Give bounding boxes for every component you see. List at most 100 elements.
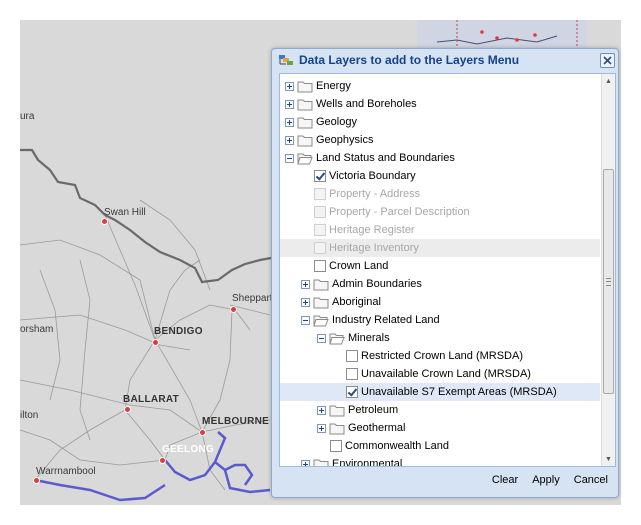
tree-folder-wells-and-boreholes[interactable]: Wells and Boreholes [280, 95, 600, 113]
tree-folder-geophysics[interactable]: Geophysics [280, 131, 600, 149]
tree-folder-minerals[interactable]: Minerals [280, 329, 600, 347]
road-network [20, 199, 271, 491]
tree-item-label: Aboriginal [332, 296, 381, 308]
layers-icon [279, 55, 293, 65]
close-icon [603, 56, 612, 65]
layer-checkbox[interactable] [346, 386, 358, 398]
scroll-thumb[interactable] [603, 169, 614, 394]
folder-closed-icon [297, 117, 313, 128]
tree-item-label: Geothermal [348, 422, 406, 434]
city-dot-ballarat [124, 406, 131, 413]
city-dot-warrnambool [33, 477, 40, 484]
tree-layer-heritage-inventory: Heritage Inventory [280, 239, 600, 257]
tree-layer-restricted-crown-land[interactable]: Restricted Crown Land (MRSDA) [280, 347, 600, 365]
city-dot-shepparton [230, 306, 237, 313]
tree-item-label: Property - Address [329, 188, 421, 200]
tree-item-label: Restricted Crown Land (MRSDA) [361, 350, 523, 362]
layer-tree-panel[interactable]: Energy Wells and Boreholes Geology Geoph… [279, 73, 616, 467]
expand-icon[interactable] [301, 297, 310, 307]
map-label-horsham: orsham [20, 324, 54, 335]
folder-open-icon [297, 153, 313, 164]
tree-folder-environmental[interactable]: Environmental [280, 455, 600, 467]
collapse-icon[interactable] [317, 333, 326, 343]
expand-icon[interactable] [301, 279, 310, 289]
tree-item-label: Commonwealth Land [345, 440, 449, 452]
layer-checkbox[interactable] [346, 368, 358, 380]
expand-icon[interactable] [285, 135, 294, 145]
map-label-ura: ura [20, 111, 35, 122]
map-label-geelong: GEELONG [162, 444, 215, 455]
folder-closed-icon [297, 99, 313, 110]
tree-item-label: Geophysics [316, 134, 374, 146]
expand-icon[interactable] [301, 459, 310, 466]
tree-layer-property-parcel-description: Property - Parcel Description [280, 203, 600, 221]
map-label-hamilton: ilton [20, 410, 39, 421]
tree-folder-petroleum[interactable]: Petroleum [280, 401, 600, 419]
folder-closed-icon [313, 459, 329, 466]
clear-button[interactable]: Clear [488, 474, 522, 486]
folder-closed-icon [297, 81, 313, 92]
tree-layer-unavailable-crown-land[interactable]: Unavailable Crown Land (MRSDA) [280, 365, 600, 383]
expand-icon[interactable] [285, 99, 294, 109]
tree-folder-energy[interactable]: Energy [280, 77, 600, 95]
tree-folder-admin-boundaries[interactable]: Admin Boundaries [280, 275, 600, 293]
grip-icon [606, 278, 611, 286]
tree-item-label: Unavailable S7 Exempt Areas (MRSDA) [361, 386, 557, 398]
city-dot-bendigo [152, 339, 159, 346]
tree-item-label: Minerals [348, 332, 390, 344]
expand-icon[interactable] [285, 117, 294, 127]
tree-item-label: Admin Boundaries [332, 278, 422, 290]
map-label-ballarat: BALLARAT [123, 394, 180, 405]
expand-icon[interactable] [317, 405, 326, 415]
tree-layer-crown-land[interactable]: Crown Land [280, 257, 600, 275]
tree-folder-land-status-and-boundaries[interactable]: Land Status and Boundaries [280, 149, 600, 167]
tree-folder-geothermal[interactable]: Geothermal [280, 419, 600, 437]
layer-checkbox [314, 206, 326, 218]
map-label-bendigo: BENDIGO [154, 326, 203, 337]
tree-item-label: Land Status and Boundaries [316, 152, 455, 164]
tree-layer-unavailable-s7-exempt-areas[interactable]: Unavailable S7 Exempt Areas (MRSDA) [280, 383, 600, 401]
tree-folder-aboriginal[interactable]: Aboriginal [280, 293, 600, 311]
layer-checkbox[interactable] [330, 440, 342, 452]
tree-folder-industry-related-land[interactable]: Industry Related Land [280, 311, 600, 329]
apply-button[interactable]: Apply [528, 474, 564, 486]
dialog-header[interactable]: Data Layers to add to the Layers Menu [272, 49, 618, 71]
scroll-down-arrow-icon[interactable]: ▼ [602, 452, 615, 466]
tree-layer-commonwealth-land[interactable]: Commonwealth Land [280, 437, 600, 455]
cancel-button[interactable]: Cancel [570, 474, 612, 486]
tree-item-label: Geology [316, 116, 357, 128]
city-dot-melbourne [199, 429, 206, 436]
collapse-icon[interactable] [285, 153, 294, 163]
map-label-shepparton: Sheppart [232, 293, 273, 304]
folder-closed-icon [329, 405, 345, 416]
tree-layer-property-address: Property - Address [280, 185, 600, 203]
tree-item-label: Heritage Register [329, 224, 415, 236]
folder-open-icon [329, 333, 345, 344]
folder-closed-icon [329, 423, 345, 434]
close-button[interactable] [600, 53, 615, 68]
layer-checkbox [314, 242, 326, 254]
folder-closed-icon [313, 297, 329, 308]
city-dot-geelong [159, 457, 166, 464]
tree-item-label: Crown Land [329, 260, 389, 272]
map-label-warrnambool: Warrnambool [36, 466, 96, 477]
expand-icon[interactable] [285, 81, 294, 91]
layer-checkbox [314, 188, 326, 200]
tree-item-label: Wells and Boreholes [316, 98, 417, 110]
tree-scrollbar[interactable]: ▲ ▼ [601, 74, 615, 466]
scroll-up-arrow-icon[interactable]: ▲ [602, 74, 615, 88]
map-label-swan-hill: Swan Hill [104, 207, 146, 218]
collapse-icon[interactable] [301, 315, 310, 325]
layer-checkbox[interactable] [314, 260, 326, 272]
tree-item-label: Environmental [332, 458, 403, 467]
tree-item-label: Petroleum [348, 404, 399, 416]
data-layers-dialog: Data Layers to add to the Layers Menu En… [271, 48, 619, 498]
layer-checkbox[interactable] [314, 170, 326, 182]
layer-checkbox[interactable] [346, 350, 358, 362]
tree-folder-geology[interactable]: Geology [280, 113, 600, 131]
expand-icon[interactable] [317, 423, 326, 433]
folder-open-icon [313, 315, 329, 326]
folder-closed-icon [297, 135, 313, 146]
tree-layer-victoria-boundary[interactable]: Victoria Boundary [280, 167, 600, 185]
folder-closed-icon [313, 279, 329, 290]
